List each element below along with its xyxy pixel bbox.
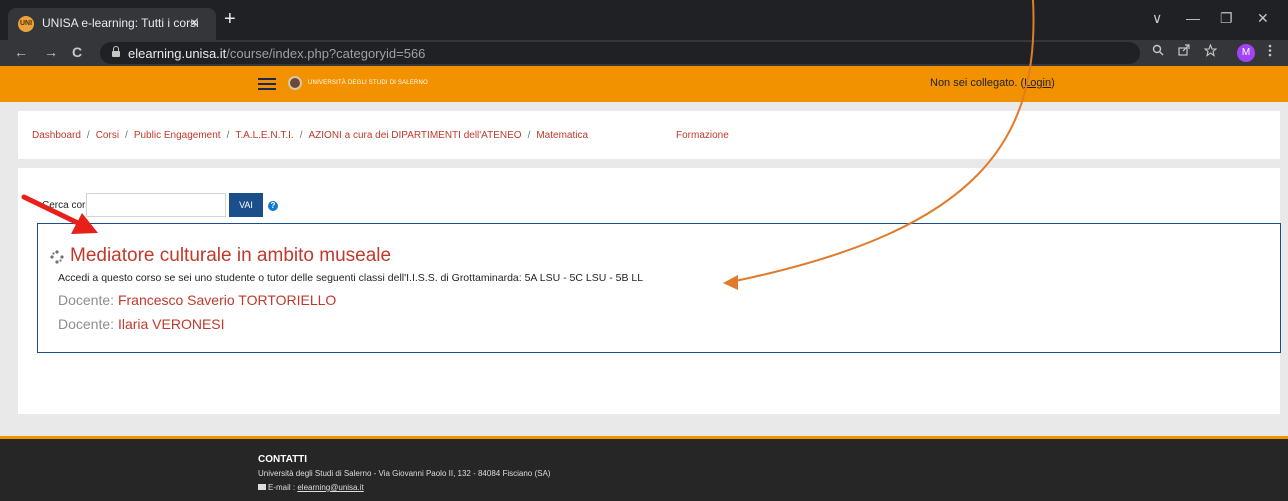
- course-teacher: Docente: Ilaria VERONESI: [58, 316, 225, 332]
- teacher-role: Docente:: [58, 292, 118, 308]
- url-host: elearning.unisa.it: [128, 46, 227, 61]
- menu-icon[interactable]: [1268, 44, 1272, 60]
- search-submit-button[interactable]: VAI: [229, 193, 263, 217]
- site-footer: [0, 436, 1288, 501]
- browser-tab[interactable]: UNI UNISA e-learning: Tutti i corsi ×: [8, 8, 216, 40]
- teacher-name-link[interactable]: Ilaria VERONESI: [118, 316, 225, 332]
- breadcrumb-corsi[interactable]: Corsi: [96, 130, 119, 141]
- url-path: /course/index.php?categoryid=566: [226, 46, 426, 61]
- browser-tab-bar: UNI UNISA e-learning: Tutti i corsi × + …: [0, 0, 1288, 40]
- tab-search-icon[interactable]: ∨: [1152, 10, 1162, 27]
- breadcrumb-separator: /: [125, 130, 128, 141]
- breadcrumb: Dashboard / Corsi / Public Engagement / T.A.L.…: [32, 130, 588, 141]
- email-label: E-mail :: [268, 483, 298, 492]
- back-icon[interactable]: ←: [14, 44, 28, 60]
- address-bar[interactable]: elearning.unisa.it/course/index.php?cate…: [100, 42, 1140, 64]
- breadcrumb-azioni[interactable]: AZIONI a cura dei DIPARTIMENTI dell'ATEN…: [308, 130, 521, 141]
- hamburger-menu-icon[interactable]: [258, 78, 276, 90]
- search-label: Cerca corsi: [42, 200, 93, 211]
- teacher-name-link[interactable]: Francesco Saverio TORTORIELLO: [118, 292, 336, 308]
- site-favicon-icon: UNI: [18, 16, 34, 32]
- star-icon[interactable]: [1203, 43, 1218, 60]
- breadcrumb-separator: /: [226, 130, 230, 141]
- login-prefix: Non sei collegato. (: [930, 77, 1025, 89]
- mail-icon: [258, 484, 266, 490]
- lock-icon: [112, 46, 120, 57]
- footer-email: E-mail : elearning@unisa.it: [258, 483, 364, 492]
- profile-avatar[interactable]: M: [1237, 44, 1255, 62]
- breadcrumb-public-engagement[interactable]: Public Engagement: [134, 130, 221, 141]
- university-seal-icon: [288, 76, 302, 90]
- breadcrumb-matematica[interactable]: Matematica: [536, 130, 588, 141]
- footer-title: CONTATTI: [258, 454, 308, 465]
- login-status: Non sei collegato. (Login): [930, 77, 1055, 89]
- help-icon[interactable]: ?: [268, 201, 278, 211]
- tab-close-icon[interactable]: ×: [190, 14, 198, 30]
- window-close-icon[interactable]: ✕: [1257, 10, 1269, 27]
- university-name: UNIVERSITÀ DEGLI STUDI DI SALERNO: [308, 80, 428, 86]
- breadcrumb-separator: /: [86, 130, 90, 141]
- maximize-icon[interactable]: ❐: [1220, 10, 1233, 27]
- login-suffix: ): [1051, 77, 1055, 89]
- email-link[interactable]: elearning@unisa.it: [297, 483, 363, 492]
- breadcrumb-separator: /: [527, 130, 531, 141]
- footer-address: Università degli Studi di Salerno - Via …: [258, 469, 551, 478]
- breadcrumb-panel: Dashboard / Corsi / Public Engagement / T.A.L.…: [18, 111, 1280, 159]
- site-header: UNIVERSITÀ DEGLI STUDI DI SALERNO Non se…: [0, 66, 1288, 102]
- reload-icon[interactable]: C: [72, 44, 82, 60]
- breadcrumb-formazione[interactable]: Formazione: [676, 130, 729, 141]
- browser-toolbar: ← → C elearning.unisa.it/course/index.ph…: [0, 40, 1288, 66]
- course-teacher: Docente: Francesco Saverio TORTORIELLO: [58, 292, 336, 308]
- course-description: Accedi a questo corso se sei uno student…: [58, 272, 644, 284]
- breadcrumb-talenti[interactable]: T.A.L.E.N.T.I.: [235, 130, 293, 141]
- tab-title: UNISA e-learning: Tutti i corsi: [42, 16, 199, 30]
- new-tab-button[interactable]: +: [224, 8, 236, 30]
- url-text: elearning.unisa.it/course/index.php?cate…: [128, 46, 425, 61]
- share-icon[interactable]: [1178, 44, 1190, 59]
- login-link[interactable]: Login: [1024, 77, 1051, 89]
- course-card: [37, 223, 1281, 353]
- course-info-icon[interactable]: [50, 250, 64, 264]
- teacher-role: Docente:: [58, 316, 118, 332]
- minimize-icon[interactable]: —: [1186, 10, 1200, 26]
- search-input[interactable]: [86, 193, 226, 217]
- forward-icon[interactable]: →: [44, 44, 58, 60]
- breadcrumb-separator: /: [299, 130, 303, 141]
- zoom-icon[interactable]: [1152, 44, 1164, 59]
- course-title-link[interactable]: Mediatore culturale in ambito museale: [70, 245, 391, 267]
- breadcrumb-dashboard[interactable]: Dashboard: [32, 130, 81, 141]
